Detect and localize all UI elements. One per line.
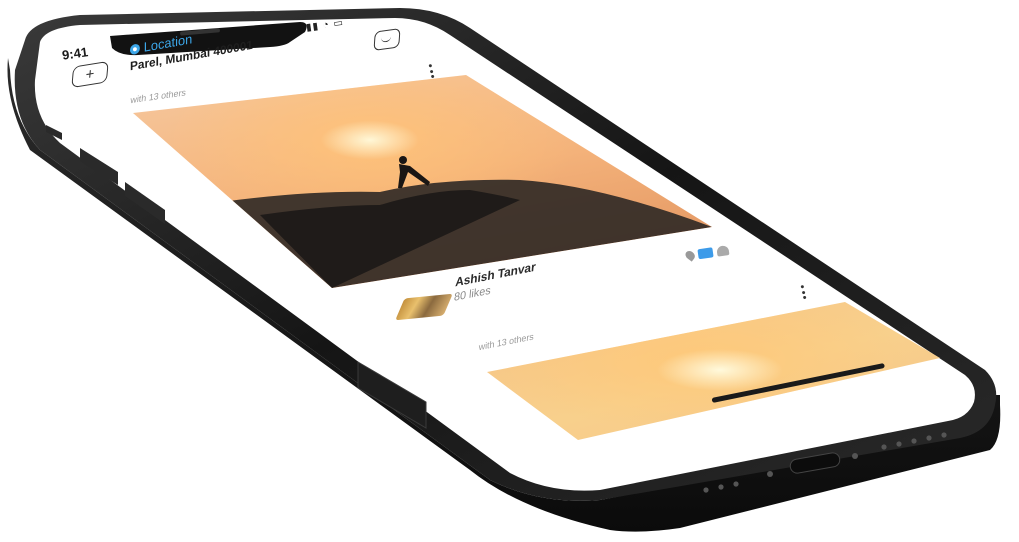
- location-pin-icon: [130, 42, 140, 55]
- comment-icon[interactable]: [697, 247, 714, 260]
- add-icon: +: [84, 65, 96, 84]
- wifi-icon: ◔: [322, 19, 331, 32]
- battery-icon: ▭: [332, 17, 345, 30]
- person-silhouette: [398, 156, 430, 188]
- heart-icon[interactable]: [716, 245, 730, 257]
- signal-icon: ▮▮: [305, 20, 320, 34]
